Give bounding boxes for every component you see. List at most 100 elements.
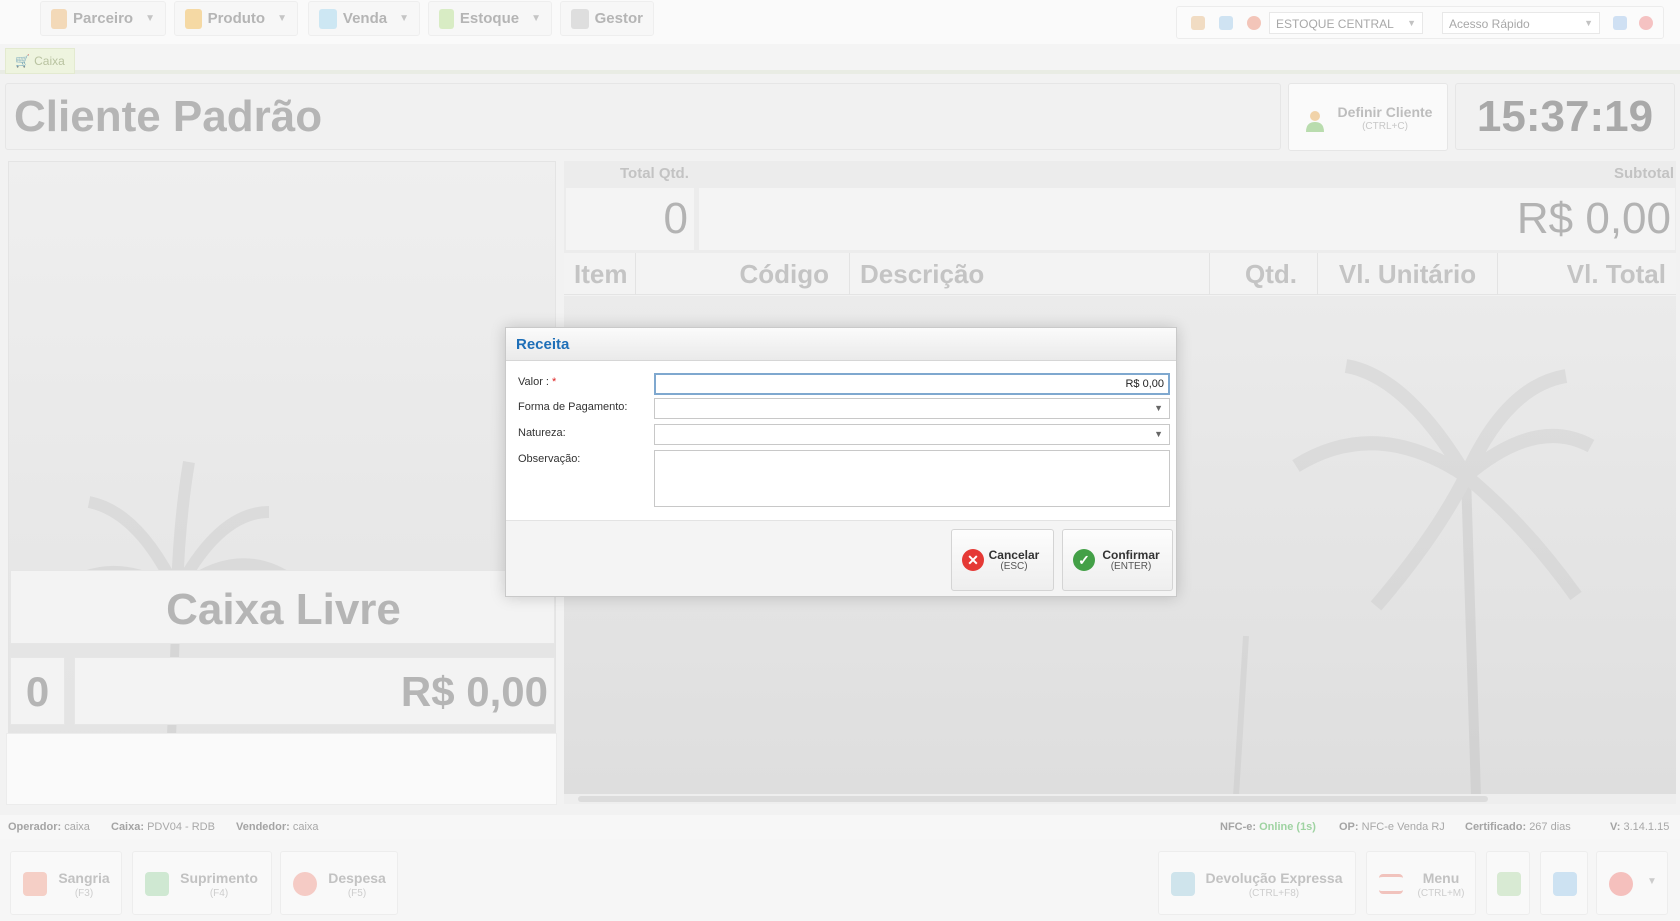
- estoque-select-value: ESTOQUE CENTRAL: [1276, 17, 1394, 31]
- cart-icon: 🛒: [15, 54, 31, 68]
- dialog-footer: ✕ Cancelar (ESC) ✓ Confirmar (ENTER): [506, 520, 1176, 596]
- estoque-select[interactable]: ESTOQUE CENTRAL ▼: [1269, 12, 1423, 34]
- left-info-box: [6, 733, 557, 805]
- chevron-down-icon: ▼: [277, 13, 287, 24]
- required-marker: *: [552, 376, 557, 388]
- devolucao-expressa-button[interactable]: Devolução Expressa (CTRL+F8): [1158, 851, 1356, 915]
- confirmar-button[interactable]: ✓ Confirmar (ENTER): [1062, 529, 1173, 591]
- tab-caixa[interactable]: 🛒 Caixa: [5, 48, 75, 74]
- devolucao-shortcut: (CTRL+F8): [1248, 888, 1300, 899]
- caixa-status-text: Caixa Livre: [166, 585, 401, 634]
- col-vl-total[interactable]: Vl. Total: [1498, 253, 1676, 295]
- sangria-label: Sangria: [58, 870, 110, 886]
- subtotal-value: R$ 0,00: [699, 188, 1675, 250]
- check-icon: ✓: [1073, 549, 1095, 571]
- cart-icon: [319, 8, 337, 29]
- sangria-shortcut: (F3): [74, 888, 94, 899]
- power-button[interactable]: ▼: [1596, 851, 1668, 915]
- grid-horizontal-scrollbar[interactable]: [564, 794, 1676, 804]
- sync-button[interactable]: [1486, 851, 1530, 915]
- menu-produto-label: Produto: [207, 10, 266, 27]
- scrollbar-thumb[interactable]: [578, 796, 1488, 802]
- chevron-down-icon[interactable]: ▼: [1154, 429, 1163, 439]
- chat-icon[interactable]: [1219, 16, 1233, 30]
- action-bar: Sangria (F3) Suprimento (F4) Despesa (F5…: [0, 839, 1680, 921]
- alert-icon[interactable]: [1247, 16, 1261, 30]
- cert-label: Certificado:: [1465, 821, 1527, 833]
- devolucao-label: Devolução Expressa: [1205, 870, 1343, 886]
- nfce-label: NFC-e:: [1220, 821, 1257, 833]
- op-value: NFC-e Venda RJ: [1361, 821, 1445, 833]
- cancelar-button[interactable]: ✕ Cancelar (ESC): [951, 529, 1054, 591]
- suprimento-button[interactable]: Suprimento (F4): [132, 851, 272, 915]
- left-total-value: R$ 0,00: [74, 657, 555, 725]
- natureza-select[interactable]: ▼: [654, 424, 1170, 445]
- forma-pagamento-label: Forma de Pagamento:: [518, 401, 628, 413]
- sangria-icon: [23, 872, 47, 896]
- caixa-status: Caixa Livre: [10, 570, 555, 644]
- chevron-down-icon: ▼: [145, 13, 155, 24]
- menu-venda[interactable]: Venda ▼: [308, 1, 420, 36]
- menu-estoque[interactable]: Estoque ▼: [428, 1, 552, 36]
- status-nfce: NFC-e: Online (1s): [1220, 821, 1316, 833]
- col-qtd[interactable]: Qtd.: [1210, 253, 1318, 295]
- chevron-down-icon: ▼: [1407, 18, 1416, 28]
- menu-gestor-label: Gestor: [594, 10, 643, 27]
- natureza-label: Natureza:: [518, 427, 566, 439]
- col-descricao[interactable]: Descrição: [850, 253, 1210, 295]
- power-icon: [1609, 872, 1633, 896]
- menu-button[interactable]: Menu (CTRL+M): [1366, 851, 1476, 915]
- chevron-down-icon: ▼: [531, 13, 541, 24]
- user-icon: [1306, 111, 1324, 132]
- menu-parceiro-label: Parceiro: [73, 10, 134, 27]
- receita-dialog: Receita Valor : * R$ 0,00 Forma de Pagam…: [505, 327, 1177, 597]
- check-sync-icon: [1497, 872, 1521, 896]
- chevron-down-icon[interactable]: ▼: [1154, 403, 1163, 413]
- col-item[interactable]: Item: [564, 253, 636, 295]
- col-codigo[interactable]: Código: [636, 253, 850, 295]
- acesso-rapido-placeholder: Acesso Rápido: [1449, 17, 1530, 31]
- menu-shortcut: (CTRL+M): [1417, 888, 1465, 899]
- caixa-label: Caixa:: [111, 821, 145, 833]
- cancelar-shortcut: (ESC): [1000, 561, 1028, 572]
- confirmar-shortcut: (ENTER): [1110, 561, 1152, 572]
- power-icon[interactable]: [1639, 16, 1653, 30]
- col-vl-unitario[interactable]: Vl. Unitário: [1318, 253, 1498, 295]
- menu-produto[interactable]: Produto ▼: [174, 1, 298, 36]
- sangria-button[interactable]: Sangria (F3): [10, 851, 122, 915]
- cancel-icon: ✕: [962, 549, 984, 571]
- acesso-rapido-select[interactable]: Acesso Rápido ▼: [1442, 12, 1600, 34]
- stock-icon: [439, 8, 454, 29]
- status-bar: Operador: caixa Caixa: PDV04 - RDB Vende…: [0, 815, 1680, 839]
- status-op: OP: NFC-e Venda RJ: [1339, 821, 1445, 833]
- definir-cliente-shortcut: (CTRL+C): [1362, 121, 1408, 132]
- clock: 15:37:19: [1455, 83, 1675, 150]
- tab-strip: 🛒 Caixa: [0, 44, 1680, 74]
- chevron-down-icon: ▼: [1584, 18, 1593, 28]
- total-qtd-value: 0: [566, 188, 694, 250]
- client-bar: Cliente Padrão: [5, 83, 1281, 150]
- despesa-button[interactable]: Despesa (F5): [280, 851, 398, 915]
- version-value: 3.14.1.15: [1623, 821, 1670, 833]
- chevron-down-icon: ▼: [1647, 876, 1657, 887]
- operador-value: caixa: [64, 821, 90, 833]
- definir-cliente-label: Definir Cliente: [1337, 104, 1433, 120]
- despesa-icon: [293, 872, 317, 896]
- items-grid-header: Item Código Descrição Qtd. Vl. Unitário …: [564, 253, 1676, 295]
- info-icon[interactable]: [1613, 16, 1627, 30]
- caixa-value: PDV04 - RDB: [147, 821, 215, 833]
- chat-button[interactable]: [1540, 851, 1588, 915]
- definir-cliente-button[interactable]: Definir Cliente (CTRL+C): [1288, 83, 1448, 151]
- vendedor-value: caixa: [292, 821, 319, 833]
- operador-label: Operador:: [8, 821, 62, 833]
- vendedor-label: Vendedor:: [236, 821, 290, 833]
- user-icon[interactable]: [1191, 16, 1205, 30]
- op-label: OP:: [1339, 821, 1359, 833]
- menu-gestor[interactable]: Gestor: [560, 1, 654, 36]
- menu-parceiro[interactable]: Parceiro ▼: [40, 1, 166, 36]
- observacao-label: Observação:: [518, 453, 581, 465]
- valor-input[interactable]: R$ 0,00: [654, 373, 1170, 395]
- forma-pagamento-select[interactable]: ▼: [654, 398, 1170, 419]
- observacao-textarea[interactable]: [654, 450, 1170, 507]
- top-menu-bar: Parceiro ▼ Produto ▼ Venda ▼ Estoque ▼ G…: [0, 0, 1680, 44]
